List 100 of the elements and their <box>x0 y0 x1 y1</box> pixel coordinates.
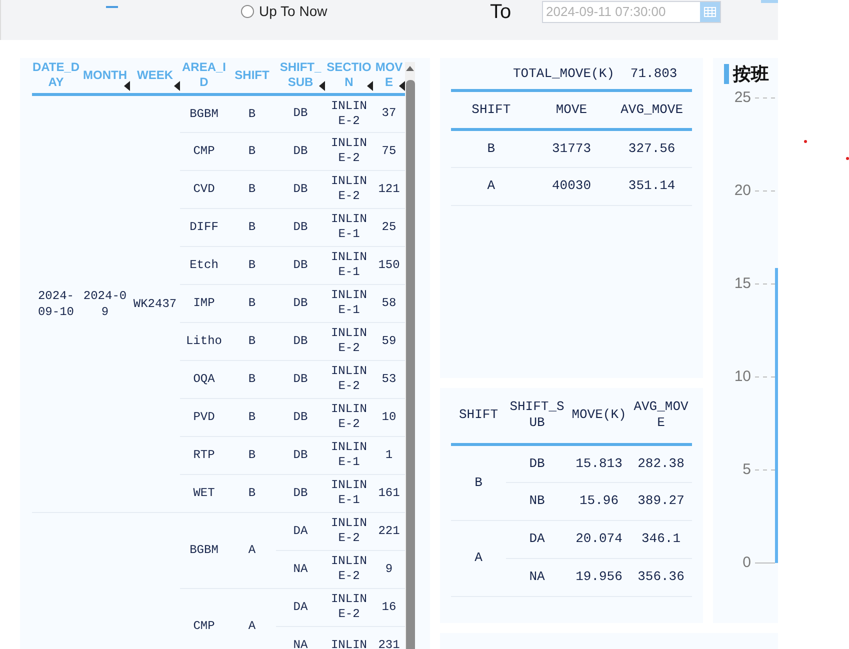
table-cell: DB <box>276 94 325 132</box>
table-cell: 389.27 <box>630 482 692 520</box>
table-cell: CMP <box>180 132 228 170</box>
table-cell: INLIN <box>325 626 373 649</box>
table-cell: A <box>451 167 532 205</box>
column-header[interactable]: AVG_MOVE <box>612 92 692 129</box>
table-cell: WK2437 <box>133 296 177 310</box>
chart-title: 按班 <box>733 62 769 86</box>
table-cell: B <box>228 170 276 208</box>
table-cell: 356.36 <box>630 558 692 596</box>
table-cell: INLINE-2 <box>325 322 373 360</box>
table-cell: PVD <box>180 398 228 436</box>
table-cell: DIFF <box>180 208 228 246</box>
table-cell: 2024-09 <box>83 288 127 318</box>
table-cell: INLINE-1 <box>325 208 373 246</box>
table-cell: 327.56 <box>612 129 692 167</box>
column-header[interactable]: SHIFT <box>228 58 276 94</box>
column-header[interactable]: SHIFT <box>451 92 532 129</box>
table-cell: B <box>451 444 506 520</box>
column-header[interactable]: AREA_ID <box>180 58 228 94</box>
table-cell: INLINE-1 <box>325 246 373 284</box>
table-cell: INLINE-2 <box>325 94 373 132</box>
table-cell: B <box>228 246 276 284</box>
table-cell: INLINE-1 <box>325 436 373 474</box>
table-cell: 20.074 <box>568 520 630 558</box>
total-label: TOTAL_MOVE(K) <box>513 64 614 83</box>
table-cell: OQA <box>180 360 228 398</box>
table-cell: B <box>228 436 276 474</box>
table-cell: Litho <box>180 322 228 360</box>
table-cell: DA <box>276 512 325 550</box>
total-value: 71.803 <box>630 64 678 83</box>
date-field[interactable]: 2024-09-11 07:30:00 <box>542 1 721 23</box>
table-cell: CMP <box>180 588 228 649</box>
sort-icon[interactable] <box>367 80 373 90</box>
table-cell: B <box>228 94 276 132</box>
table-cell: A <box>451 520 506 596</box>
table-cell: INLINE-2 <box>325 132 373 170</box>
column-header[interactable]: MOVE <box>531 92 612 129</box>
column-header[interactable]: SHIFT_SUB <box>276 58 325 94</box>
radio-label: Up To Now <box>259 2 328 21</box>
column-header[interactable]: WEEK <box>130 58 180 94</box>
table-cell: WET <box>180 474 228 512</box>
table-cell: DB <box>276 360 325 398</box>
table-cell: INLINE-2 <box>325 170 373 208</box>
column-header[interactable]: SHIFT_SUB <box>506 388 568 444</box>
table-cell: A <box>228 512 276 588</box>
table-cell: NB <box>506 482 568 520</box>
table-cell: DB <box>276 474 325 512</box>
scroll-up-icon[interactable] <box>406 65 414 71</box>
table-cell: 346.1 <box>630 520 692 558</box>
sort-icon[interactable] <box>174 80 180 90</box>
axis-label: 0 <box>742 555 751 571</box>
table-cell: 282.38 <box>630 444 692 482</box>
table-cell: INLINE-2 <box>325 360 373 398</box>
table-cell: B <box>228 132 276 170</box>
column-header[interactable]: SECTION <box>325 58 373 94</box>
table-cell: CVD <box>180 170 228 208</box>
table-cell: B <box>451 129 532 167</box>
axis-label: 5 <box>742 462 751 478</box>
column-header[interactable]: AVG_MOVE <box>630 388 692 444</box>
table-cell: DB <box>276 322 325 360</box>
table-cell: INLINE-2 <box>325 550 373 588</box>
radio-button[interactable] <box>241 5 254 18</box>
table-cell: DB <box>276 398 325 436</box>
table-cell: A <box>228 588 276 649</box>
sort-icon[interactable] <box>319 80 325 90</box>
table-cell: Etch <box>180 246 228 284</box>
column-header[interactable]: DATE_DAY <box>32 58 80 94</box>
table-cell: INLINE-1 <box>325 284 373 322</box>
table-cell: 40030 <box>531 167 612 205</box>
table-cell: IMP <box>180 284 228 322</box>
table-cell: NA <box>506 558 568 596</box>
table-cell: B <box>228 474 276 512</box>
table-cell: B <box>228 208 276 246</box>
axis-label: 25 <box>734 90 751 106</box>
table-cell: 15.96 <box>568 482 630 520</box>
table-cell: DA <box>276 588 325 626</box>
table-cell: RTP <box>180 436 228 474</box>
table-cell: INLINE-2 <box>325 398 373 436</box>
column-header[interactable]: MOVE(K) <box>568 388 630 444</box>
table-cell: DB <box>276 170 325 208</box>
table-cell: NA <box>276 626 325 649</box>
table-cell: 15.813 <box>568 444 630 482</box>
table-cell: B <box>228 360 276 398</box>
axis-label: 15 <box>734 276 751 292</box>
table-cell: DB <box>276 208 325 246</box>
table-cell: DB <box>276 246 325 284</box>
to-label: To <box>490 1 512 23</box>
table-cell: 19.956 <box>568 558 630 596</box>
table-cell: DB <box>506 444 568 482</box>
column-header[interactable]: SHIFT <box>451 388 506 444</box>
table-cell: DA <box>506 520 568 558</box>
table-cell: 31773 <box>531 129 612 167</box>
table-cell: INLINE-1 <box>325 474 373 512</box>
table-cell: BGBM <box>180 512 228 588</box>
table-cell: 2024-09-10 <box>38 288 74 318</box>
column-header[interactable]: MONTH <box>80 58 130 94</box>
table-cell: B <box>228 398 276 436</box>
table-cell: INLINE-2 <box>325 588 373 626</box>
sort-icon[interactable] <box>124 80 130 90</box>
